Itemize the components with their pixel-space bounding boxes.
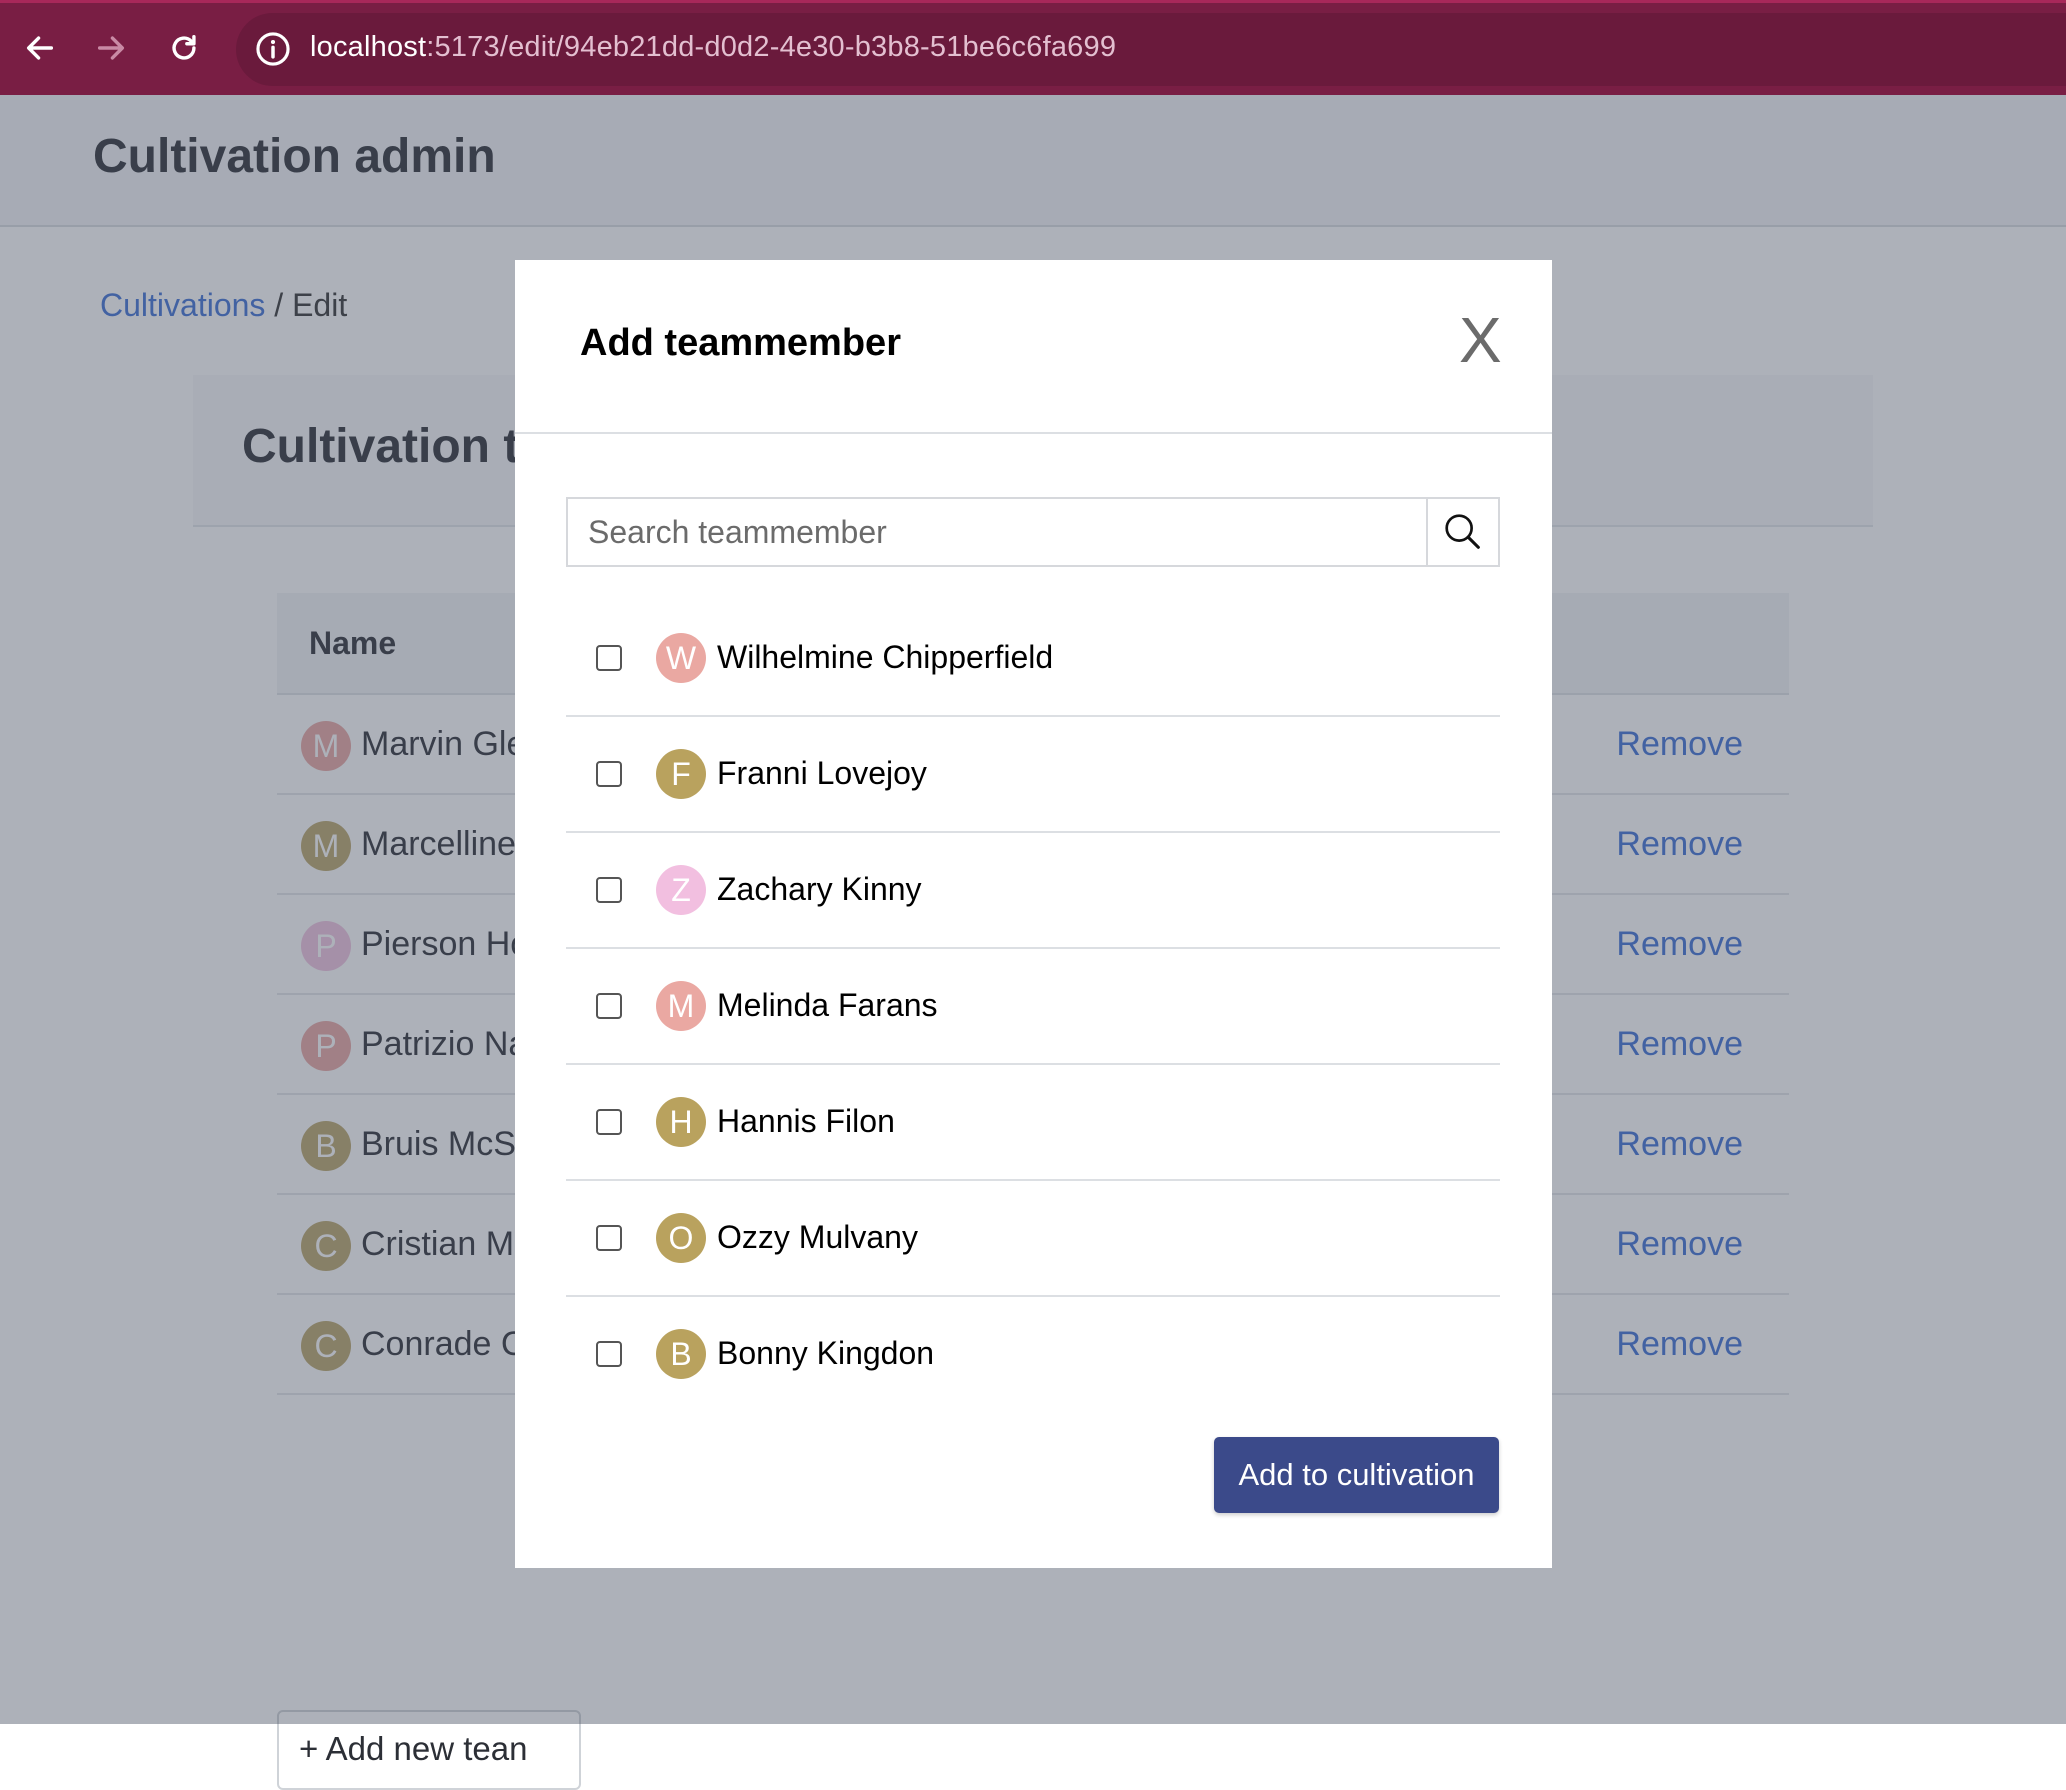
member-checkbox[interactable] [596,1109,622,1135]
member-checkbox[interactable] [596,1225,622,1251]
avatar: M [656,981,706,1031]
member-name: Melinda Farans [717,987,938,1023]
search-icon [1445,514,1480,549]
close-button[interactable]: X [1459,308,1502,372]
search-button[interactable] [1426,499,1498,565]
list-item[interactable]: H Hannis Filon [566,1065,1500,1181]
member-checkbox[interactable] [596,761,622,787]
member-name: Franni Lovejoy [717,755,927,791]
member-checkbox[interactable] [596,877,622,903]
list-item[interactable]: M Melinda Farans [566,949,1500,1065]
add-teammember-modal: Add teammember X W Wilhelmine Chipperfiel… [515,260,1552,1568]
avatar: H [656,1097,706,1147]
forward-button[interactable] [88,25,134,71]
browser-toolbar: localhost:5173/edit/94eb21dd-d0d2-4e30-b… [0,0,2066,95]
search-input[interactable] [568,499,1428,565]
member-name: Zachary Kinny [717,871,922,907]
member-name: Ozzy Mulvany [717,1219,918,1255]
back-button[interactable] [17,25,63,71]
modal-header: Add teammember X [515,260,1552,434]
avatar: O [656,1213,706,1263]
list-item[interactable]: Z Zachary Kinny [566,833,1500,949]
arrow-right-icon [97,36,125,60]
list-item[interactable]: O Ozzy Mulvany [566,1181,1500,1297]
reload-icon [172,34,196,60]
add-to-cultivation-button[interactable]: Add to cultivation [1214,1437,1499,1513]
add-new-teammember-label: + Add new tean [299,1730,528,1767]
avatar: B [656,1329,706,1379]
url-host: localhost [310,31,427,63]
member-name: Bonny Kingdon [717,1335,935,1371]
info-icon[interactable] [254,30,292,68]
member-name: Hannis Filon [717,1103,895,1139]
avatar: Z [656,865,706,915]
member-checkbox[interactable] [596,645,622,671]
arrow-left-icon [26,36,54,60]
reload-button[interactable] [161,25,207,71]
url-path: :5173/edit/94eb21dd-d0d2-4e30-b3b8-51be6… [426,31,1117,63]
member-checkbox[interactable] [596,1341,622,1367]
member-name: Wilhelmine Chipperfield [717,639,1054,675]
address-bar[interactable]: localhost:5173/edit/94eb21dd-d0d2-4e30-b… [236,13,2066,86]
member-checkbox[interactable] [596,993,622,1019]
search-box [566,497,1500,567]
url-text[interactable]: localhost:5173/edit/94eb21dd-d0d2-4e30-b… [310,31,1116,64]
list-item[interactable]: B Bonny Kingdon [566,1297,1500,1380]
member-list[interactable]: W Wilhelmine Chipperfield F Franni Lovejoy Z… [566,601,1500,1380]
list-item[interactable]: F Franni Lovejoy [566,717,1500,833]
modal-title: Add teammember [580,322,901,364]
avatar: F [656,749,706,799]
avatar: W [656,633,706,683]
list-item[interactable]: W Wilhelmine Chipperfield [566,601,1500,717]
